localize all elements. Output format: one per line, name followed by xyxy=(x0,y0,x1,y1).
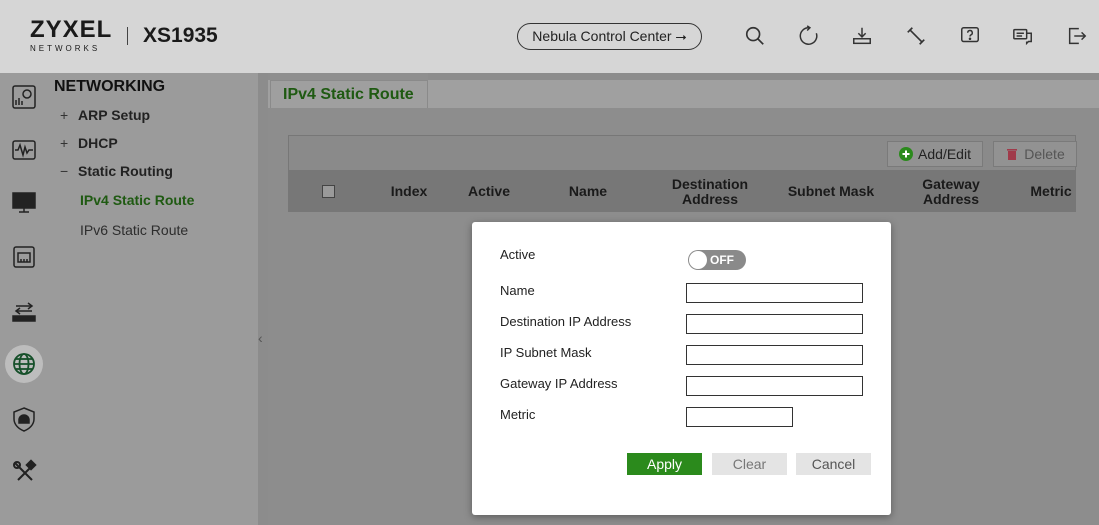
subnav-item-dhcp[interactable]: + DHCP xyxy=(60,135,118,151)
metric-input[interactable] xyxy=(686,407,793,427)
clear-button[interactable]: Clear xyxy=(712,453,787,475)
subnet-mask-label: IP Subnet Mask xyxy=(500,345,592,360)
header-divider xyxy=(127,27,128,45)
icon-rail xyxy=(0,73,46,525)
subnav-title: NETWORKING xyxy=(54,78,166,95)
collapse-icon: − xyxy=(60,163,69,179)
networking-icon[interactable] xyxy=(5,345,43,383)
destination-ip-label: Destination IP Address xyxy=(500,314,632,329)
column-metric[interactable]: Metric xyxy=(1014,171,1088,212)
monitor-icon[interactable] xyxy=(8,134,40,166)
port-icon[interactable] xyxy=(8,241,40,273)
dashboard-icon[interactable] xyxy=(8,81,40,113)
add-edit-label: Add/Edit xyxy=(918,146,971,162)
subnav-item-label: DHCP xyxy=(78,135,118,151)
select-all-checkbox[interactable] xyxy=(322,185,335,198)
column-active[interactable]: Active xyxy=(458,171,520,212)
trash-icon xyxy=(1007,149,1018,160)
subnav-item-arp-setup[interactable]: + ARP Setup xyxy=(60,107,150,123)
tools-icon[interactable] xyxy=(903,23,929,49)
expand-icon: + xyxy=(60,135,69,151)
column-gateway-address[interactable]: Gateway Address xyxy=(902,171,1000,212)
delete-label: Delete xyxy=(1024,146,1065,162)
active-label: Active xyxy=(500,247,536,262)
refresh-icon[interactable] xyxy=(796,23,822,49)
logout-icon[interactable] xyxy=(1064,23,1090,49)
gateway-ip-input[interactable] xyxy=(686,376,863,396)
zyxel-logo[interactable]: ZYXEL NETWORKS xyxy=(30,16,113,54)
logo-main-text: ZYXEL xyxy=(30,16,113,43)
column-name[interactable]: Name xyxy=(548,171,628,212)
help-icon[interactable] xyxy=(957,23,983,49)
metric-label: Metric xyxy=(500,407,536,422)
toggle-state-text: OFF xyxy=(710,253,734,267)
security-icon[interactable] xyxy=(8,403,40,435)
gateway-ip-label: Gateway IP Address xyxy=(500,376,618,391)
subnet-mask-input[interactable] xyxy=(686,345,863,365)
subnav-item-label: ARP Setup xyxy=(78,107,151,123)
active-toggle[interactable]: OFF xyxy=(688,250,746,270)
subnav-item-ipv6-static-route[interactable]: IPv6 Static Route xyxy=(80,222,188,238)
switching-icon[interactable] xyxy=(8,295,40,327)
table-toolbar: Add/Edit Delete xyxy=(288,135,1077,171)
name-input[interactable] xyxy=(686,283,863,303)
collapse-sidebar-icon[interactable]: ‹ xyxy=(258,330,268,350)
save-icon[interactable] xyxy=(849,23,875,49)
subnav-item-ipv4-static-route[interactable]: IPv4 Static Route xyxy=(80,192,194,208)
maintenance-icon[interactable] xyxy=(8,456,40,488)
column-subnet-mask[interactable]: Subnet Mask xyxy=(778,171,884,212)
top-header: ZYXEL NETWORKS XS1935 Nebula Control Cen… xyxy=(0,0,1099,73)
nebula-control-center-button[interactable]: Nebula Control Center ⭢ xyxy=(517,23,702,50)
route-table-panel: Add/Edit Delete Index Active Name Destin… xyxy=(288,135,1077,212)
add-icon xyxy=(899,147,914,161)
cancel-button[interactable]: Cancel xyxy=(796,453,871,475)
apply-button[interactable]: Apply xyxy=(627,453,702,475)
table-header: Index Active Name Destination Address Su… xyxy=(288,171,1076,212)
logo-sub-text: NETWORKS xyxy=(30,44,101,53)
static-route-dialog: Active OFF Name Destination IP Address I… xyxy=(472,222,891,515)
name-label: Name xyxy=(500,283,535,298)
column-destination-address[interactable]: Destination Address xyxy=(656,171,764,212)
column-index[interactable]: Index xyxy=(380,171,438,212)
sub-navigation: NETWORKING + ARP Setup + DHCP − Static Rout… xyxy=(46,73,258,525)
subnav-item-label: Static Routing xyxy=(78,163,173,179)
add-edit-button[interactable]: Add/Edit xyxy=(887,141,983,167)
device-model: XS1935 xyxy=(143,24,218,47)
delete-button[interactable]: Delete xyxy=(993,141,1077,167)
toggle-knob xyxy=(689,251,707,269)
tab-ipv4-static-route[interactable]: IPv4 Static Route xyxy=(270,80,428,108)
subnav-item-static-routing[interactable]: − Static Routing xyxy=(60,163,173,179)
system-icon[interactable] xyxy=(8,186,40,218)
search-icon[interactable] xyxy=(742,23,768,49)
chat-icon[interactable] xyxy=(1010,23,1036,49)
expand-icon: + xyxy=(60,107,69,123)
destination-ip-input[interactable] xyxy=(686,314,863,334)
